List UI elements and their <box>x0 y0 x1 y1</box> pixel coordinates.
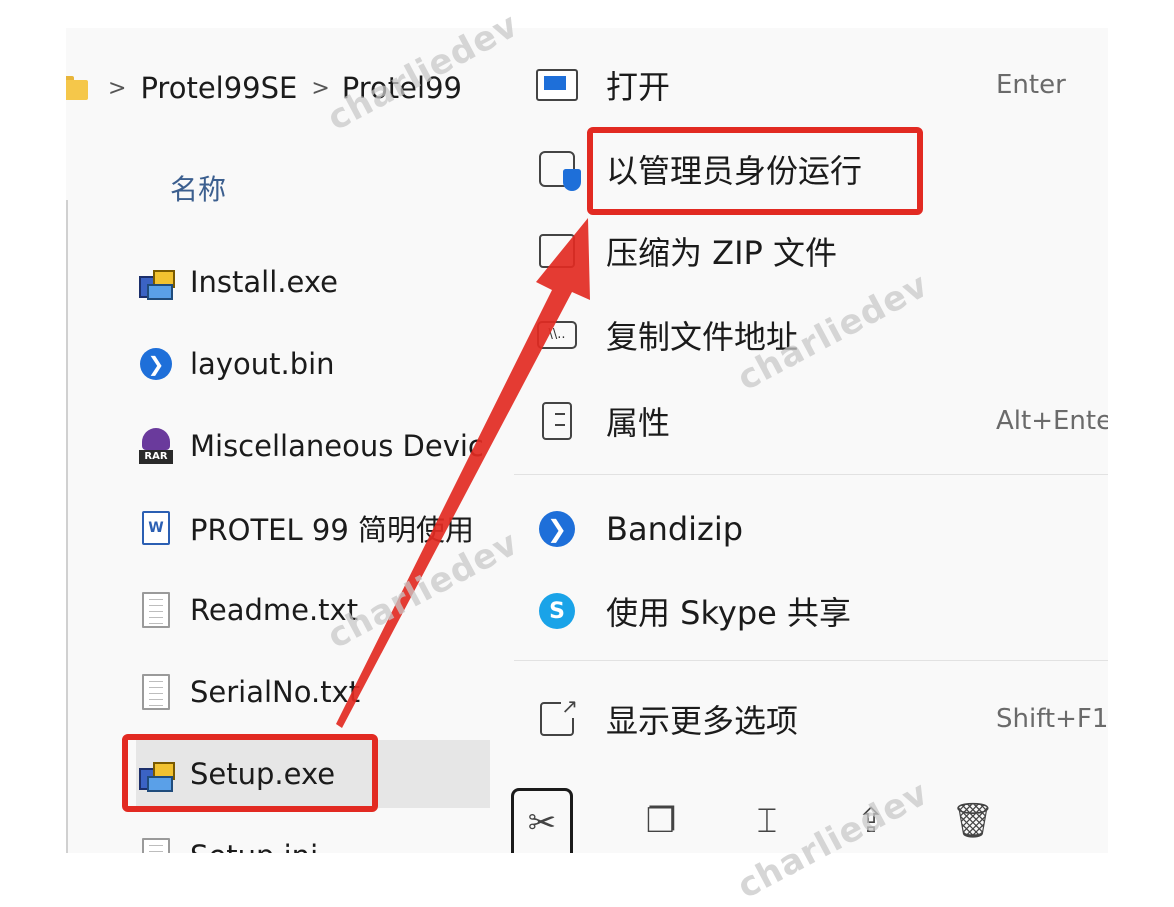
annotation-arrow <box>336 218 590 728</box>
